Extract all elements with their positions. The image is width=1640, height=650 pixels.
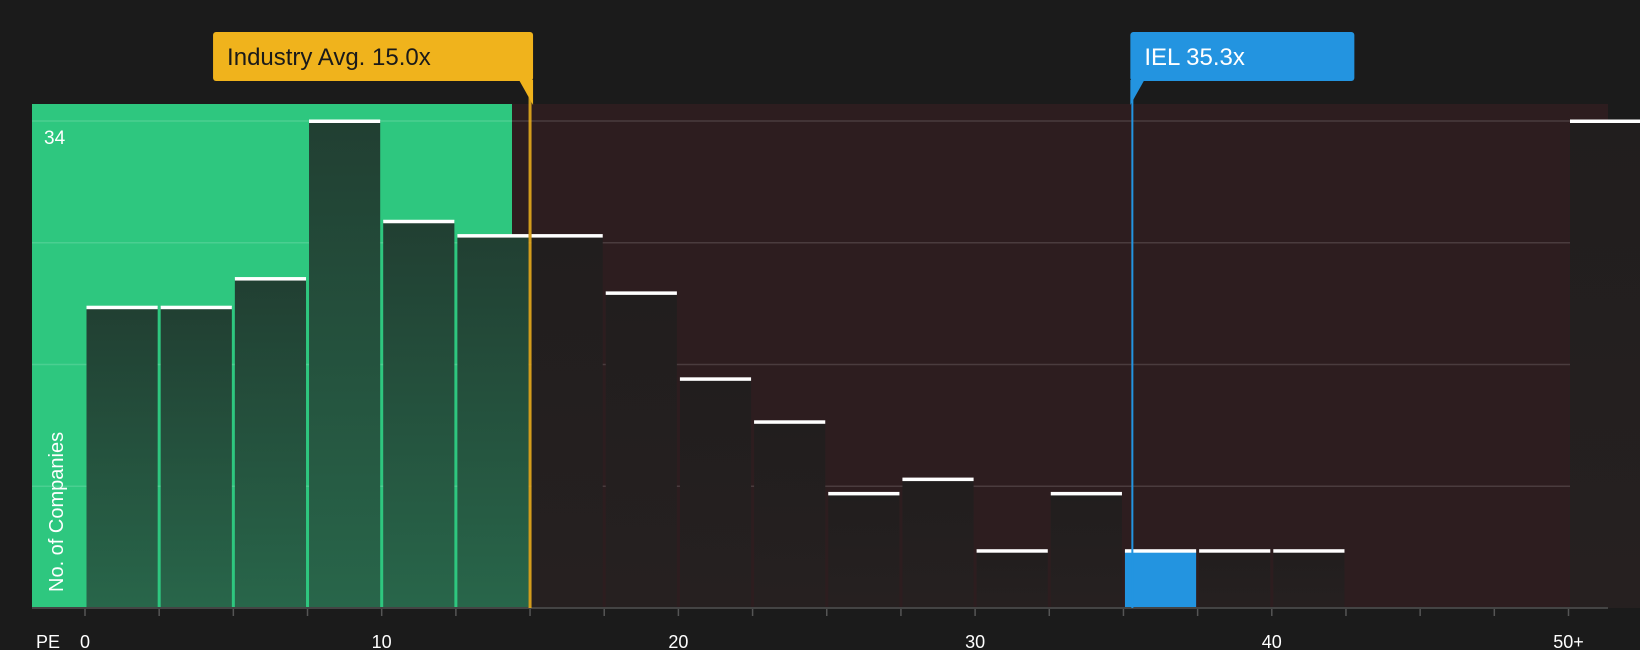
industry-average-pointer xyxy=(519,80,534,105)
x-tick-label: 30 xyxy=(965,632,985,650)
histogram-bar-cap xyxy=(383,219,455,224)
histogram-bar xyxy=(605,292,677,608)
histogram-bar-cap xyxy=(828,491,900,496)
histogram-bar-cap xyxy=(976,549,1048,553)
pe-distribution-chart: 0 10 20 30 40 50+ 34 No. of Companies PE Indu… xyxy=(32,32,1640,650)
company-pe-label: IEL 35.3x xyxy=(1144,44,1245,71)
histogram-bar-cap xyxy=(902,477,974,482)
histogram-bar-cap xyxy=(309,119,381,123)
histogram-bar-cap xyxy=(1050,491,1122,496)
histogram-bar-cap xyxy=(754,420,826,424)
histogram-bar xyxy=(531,235,603,608)
x-tick-label: 10 xyxy=(372,632,392,650)
histogram-bar xyxy=(754,421,826,608)
histogram-bar xyxy=(1570,121,1640,608)
histogram-bar xyxy=(976,550,1048,608)
histogram-bar xyxy=(309,121,381,608)
histogram-bar-cap xyxy=(1124,549,1197,553)
histogram-bar-cap xyxy=(1199,549,1271,553)
histogram-bar xyxy=(160,307,232,608)
histogram-bar-cap xyxy=(160,305,232,310)
histogram-bar xyxy=(1273,550,1345,608)
histogram-bar xyxy=(86,307,158,608)
histogram-bar xyxy=(679,378,752,608)
histogram-bar-cap xyxy=(457,234,529,238)
histogram-bar xyxy=(383,221,455,608)
histogram-bar-cap xyxy=(605,291,677,295)
x-axis-label: PE xyxy=(36,632,60,650)
company-pe-pointer xyxy=(1130,80,1145,105)
histogram-bar-cap xyxy=(531,234,603,238)
histogram-bar xyxy=(1124,550,1197,608)
histogram-bar-cap xyxy=(1570,119,1640,123)
histogram-bar-cap xyxy=(234,277,307,281)
histogram-bar-cap xyxy=(86,305,158,310)
histogram-bar xyxy=(902,479,974,608)
histogram-bar xyxy=(1050,493,1122,608)
histogram-bar xyxy=(1199,550,1271,608)
x-tick-label: 20 xyxy=(668,632,688,650)
y-max-label: 34 xyxy=(44,128,66,149)
histogram-bar-cap xyxy=(679,377,752,381)
x-tick-label: 50+ xyxy=(1553,632,1584,650)
x-tick-label: 0 xyxy=(80,632,90,650)
histogram-bar xyxy=(828,493,900,608)
x-axis-ticks: 0 10 20 30 40 50+ xyxy=(80,608,1584,650)
industry-average-label: Industry Avg. 15.0x xyxy=(227,44,431,71)
y-axis-label: No. of Companies xyxy=(46,432,68,592)
x-tick-label: 40 xyxy=(1262,632,1282,650)
histogram-bar xyxy=(457,235,529,608)
histogram-bar xyxy=(234,278,307,608)
histogram-bar-cap xyxy=(1273,549,1345,553)
